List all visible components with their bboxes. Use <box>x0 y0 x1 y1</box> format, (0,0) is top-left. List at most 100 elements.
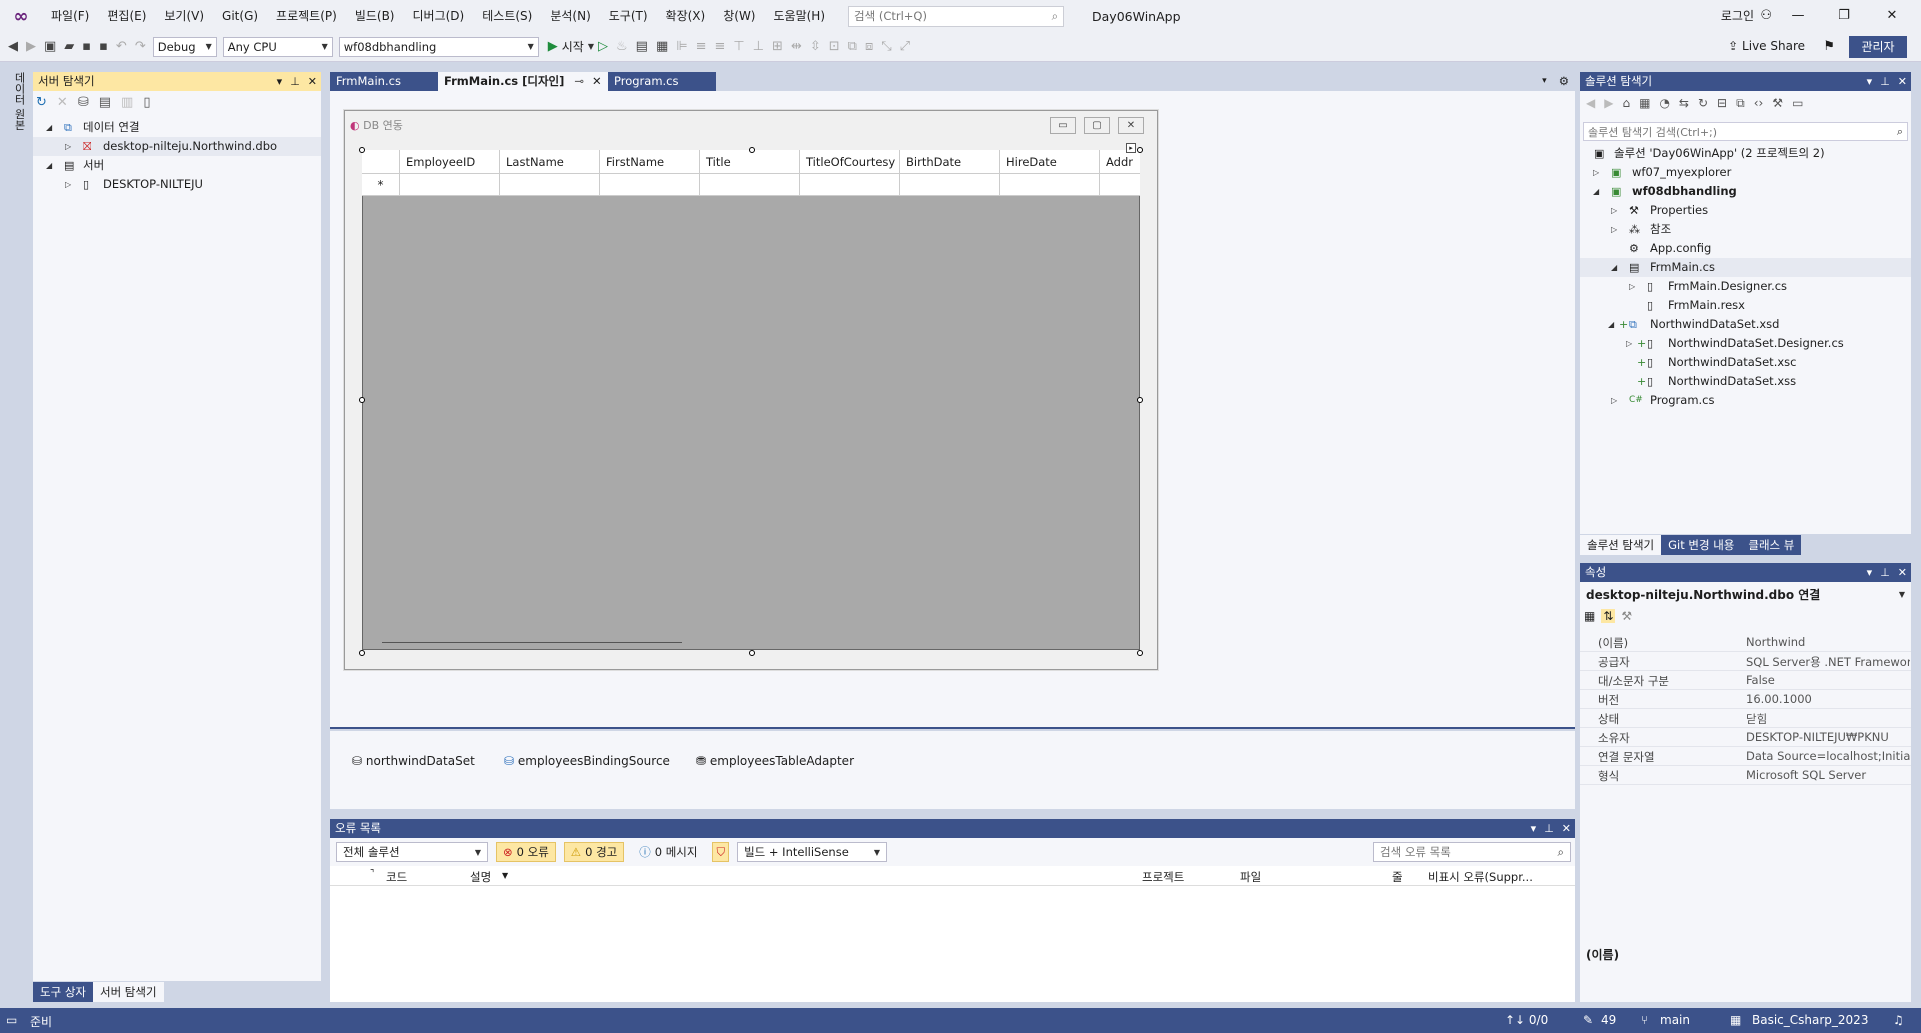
startup-project-select[interactable]: wf08dbhandling ▼ <box>338 36 539 57</box>
tree-node-desktop-server[interactable]: ▷ ▯ DESKTOP-NILTEJU <box>33 175 321 194</box>
filter-icon[interactable]: ▥ <box>121 95 133 110</box>
align-right-icon[interactable]: ≡ <box>710 39 729 54</box>
admin-badge[interactable]: 관리자 <box>1849 36 1907 58</box>
forward-icon[interactable]: ▶ <box>1604 96 1613 111</box>
tree-node-dataset-xsc[interactable]: + ▯ NorthwindDataSet.xsc <box>1580 353 1911 372</box>
menu-debug[interactable]: 디버그(D) <box>404 0 474 32</box>
center-icon[interactable]: ⊡ <box>825 39 844 54</box>
property-row[interactable]: (이름) Northwind <box>1580 633 1911 652</box>
property-row[interactable]: 형식 Microsoft SQL Server <box>1580 766 1911 785</box>
save-icon[interactable]: ▪ <box>78 39 95 54</box>
layout-icon[interactable]: ▦ <box>652 39 672 54</box>
resize-handle[interactable] <box>749 147 755 153</box>
tab-git-changes[interactable]: Git 변경 내용 <box>1661 535 1742 555</box>
align-middle-icon[interactable]: ⊥ <box>749 39 768 54</box>
categorized-icon[interactable]: ▦ <box>1584 609 1595 623</box>
align-top-icon[interactable]: ⊤ <box>729 39 748 54</box>
resize-handle[interactable] <box>359 147 365 153</box>
component-employees-binding-source[interactable]: ⛁ employeesBindingSource <box>504 754 670 768</box>
tab-frmmain-designer[interactable]: FrmMain.cs [디자인] ⊸ ✕ <box>438 72 608 91</box>
back-icon[interactable]: ◀ <box>1586 96 1595 111</box>
grid-cell[interactable] <box>700 174 800 195</box>
pin-icon[interactable]: ⊥ <box>1544 822 1554 835</box>
vertical-spacing-icon[interactable]: ⇳ <box>806 39 825 54</box>
menu-analyze[interactable]: 분석(N) <box>541 0 599 32</box>
connect-database-icon[interactable]: ⛁ <box>78 95 89 110</box>
property-pages-icon[interactable]: ⚒ <box>1621 609 1632 623</box>
tree-node-project-wf07[interactable]: ▷ ▣ wf07_myexplorer <box>1580 163 1911 182</box>
pin-icon[interactable]: ⊥ <box>1880 566 1890 579</box>
tab-overflow-icon[interactable]: ▾ <box>1536 72 1553 91</box>
grid-cell[interactable] <box>500 174 600 195</box>
collapse-arrow-icon[interactable]: ◢ <box>1608 315 1614 334</box>
bring-to-front-icon[interactable]: ⧉ <box>844 39 861 54</box>
spacing-icon[interactable]: ⇹ <box>787 39 806 54</box>
grid-column-header[interactable]: TitleOfCourtesy <box>800 150 900 173</box>
align-left-icon[interactable]: ⊫ <box>672 39 691 54</box>
tree-node-dataset-xsd[interactable]: ◢ + ⧉ NorthwindDataSet.xsd <box>1580 315 1911 334</box>
grid-column-header[interactable]: HireDate <box>1000 150 1100 173</box>
grid-cell[interactable] <box>900 174 1000 195</box>
view-code-icon[interactable]: ‹› <box>1754 96 1764 111</box>
tree-node-app-config[interactable]: ⚙ App.config <box>1580 239 1911 258</box>
tree-node-properties[interactable]: ▷ ⚒ Properties <box>1580 201 1911 220</box>
redo-icon[interactable]: ↷ <box>131 39 150 54</box>
send-to-back-icon[interactable]: ⧈ <box>861 39 877 54</box>
column-file[interactable]: 파일 <box>1240 869 1261 885</box>
feedback-icon[interactable]: ⚑ <box>1823 39 1835 54</box>
expand-arrow-icon[interactable]: ▷ <box>1611 201 1617 220</box>
pin-icon[interactable]: ⊥ <box>290 75 300 88</box>
expand-arrow-icon[interactable]: ▷ <box>65 137 71 156</box>
refresh-icon[interactable]: ↻ <box>1698 96 1708 111</box>
close-icon[interactable]: ✕ <box>1898 75 1907 88</box>
expand-arrow-icon[interactable]: ▷ <box>1593 163 1599 182</box>
collapse-arrow-icon[interactable]: ◢ <box>46 118 52 137</box>
tab-server-explorer[interactable]: 서버 탐색기 <box>92 982 164 1002</box>
menu-test[interactable]: 테스트(S) <box>473 0 541 32</box>
menu-build[interactable]: 빌드(B) <box>346 0 404 32</box>
account-icon[interactable]: ⚇ <box>1760 8 1772 23</box>
menu-git[interactable]: Git(G) <box>213 0 267 32</box>
settings-gear-icon[interactable]: ⚙ <box>1553 72 1575 91</box>
menu-view[interactable]: 보기(V) <box>155 0 213 32</box>
collapse-arrow-icon[interactable]: ◢ <box>46 156 52 175</box>
properties-wrench-icon[interactable]: ⚒ <box>1772 96 1783 111</box>
switch-views-icon[interactable]: ▦ <box>1639 96 1650 111</box>
notifications-bell-icon[interactable]: ♫ <box>1893 1013 1904 1027</box>
stop-icon[interactable]: ✕ <box>57 95 68 110</box>
git-sync-status[interactable]: ↑↓ 0/0 <box>1505 1013 1548 1027</box>
pending-edits-count[interactable]: 49 <box>1601 1013 1616 1027</box>
pin-icon[interactable]: ⊥ <box>1880 75 1890 88</box>
expand-arrow-icon[interactable]: ▷ <box>65 175 71 194</box>
resize-handle[interactable] <box>1137 397 1143 403</box>
chevron-down-icon[interactable]: ▾ <box>1867 566 1873 579</box>
menu-project[interactable]: 프로젝트(P) <box>267 0 346 32</box>
show-all-files-icon[interactable]: ⧉ <box>1736 96 1745 111</box>
component-employees-table-adapter[interactable]: ⛃ employeesTableAdapter <box>696 754 854 768</box>
property-row[interactable]: 버전 16.00.1000 <box>1580 690 1911 709</box>
menu-help[interactable]: 도움말(H) <box>765 0 835 32</box>
tab-program-cs[interactable]: Program.cs <box>608 72 716 91</box>
refresh-icon[interactable]: ↻ <box>36 95 47 110</box>
expand-arrow-icon[interactable]: ▷ <box>1626 334 1632 353</box>
grid-column-header[interactable]: Title <box>700 150 800 173</box>
home-icon[interactable]: ⌂ <box>1622 96 1630 111</box>
tab-solution-explorer[interactable]: 솔루션 탐색기 <box>1580 535 1662 555</box>
start-without-debugging-icon[interactable]: ▷ <box>594 39 612 54</box>
grid-cell[interactable] <box>800 174 900 195</box>
expand-arrow-icon[interactable]: ▷ <box>1611 391 1617 410</box>
git-branch[interactable]: main <box>1660 1013 1690 1027</box>
column-project[interactable]: 프로젝트 <box>1142 869 1184 885</box>
tab-class-view[interactable]: 클래스 뷰 <box>1741 535 1802 555</box>
tree-node-project-wf08[interactable]: ◢ ▣ wf08dbhandling <box>1580 182 1911 201</box>
expand-arrow-icon[interactable]: ▷ <box>1629 277 1635 296</box>
grid-column-header[interactable]: Addr <box>1100 150 1140 173</box>
tab-frmmain-cs[interactable]: FrmMain.cs <box>330 72 438 91</box>
column-description[interactable]: 설명 <box>470 869 491 885</box>
restore-button[interactable]: ❐ <box>1821 0 1867 32</box>
build-filter-select[interactable]: 빌드 + IntelliSense ▼ <box>737 842 888 862</box>
login-link[interactable]: 로그인 <box>1721 0 1754 32</box>
close-icon[interactable]: ✕ <box>1898 566 1907 579</box>
column-line[interactable]: 줄 <box>1392 869 1403 885</box>
tree-node-data-connections[interactable]: ◢ ⧉ 데이터 연결 <box>33 118 321 137</box>
